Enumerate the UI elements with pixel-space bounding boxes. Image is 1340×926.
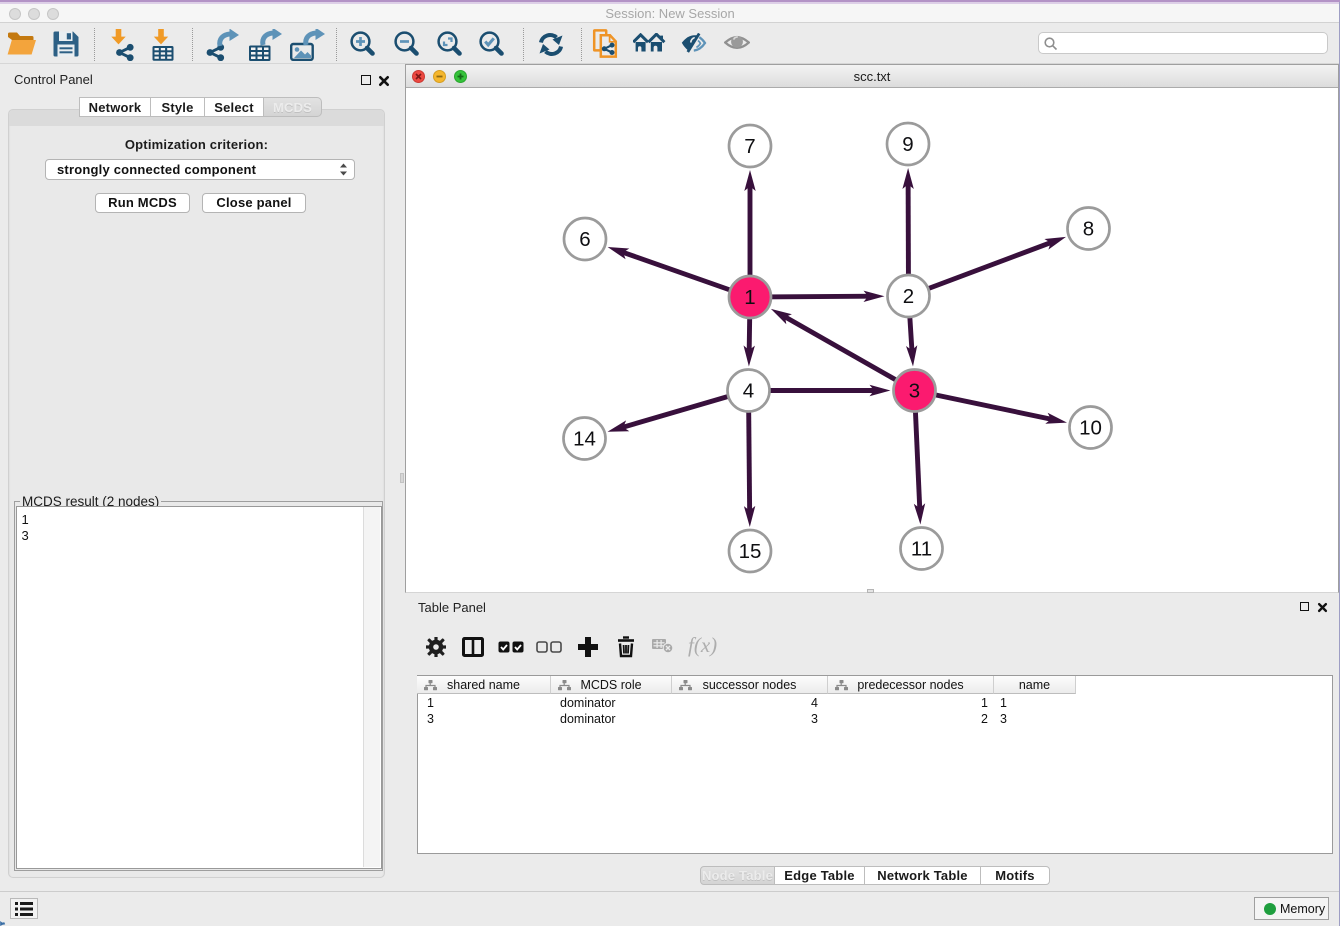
svg-text:1: 1	[744, 286, 755, 309]
svg-text:8: 8	[1083, 218, 1094, 241]
svg-text:7: 7	[744, 135, 755, 158]
svg-text:10: 10	[1079, 417, 1102, 440]
svg-text:2: 2	[903, 285, 914, 308]
svg-text:14: 14	[573, 428, 596, 451]
svg-text:3: 3	[909, 380, 920, 403]
svg-text:9: 9	[902, 133, 913, 156]
svg-text:15: 15	[739, 540, 762, 563]
svg-text:4: 4	[743, 380, 754, 403]
svg-text:6: 6	[579, 228, 590, 251]
svg-text:11: 11	[911, 538, 932, 561]
